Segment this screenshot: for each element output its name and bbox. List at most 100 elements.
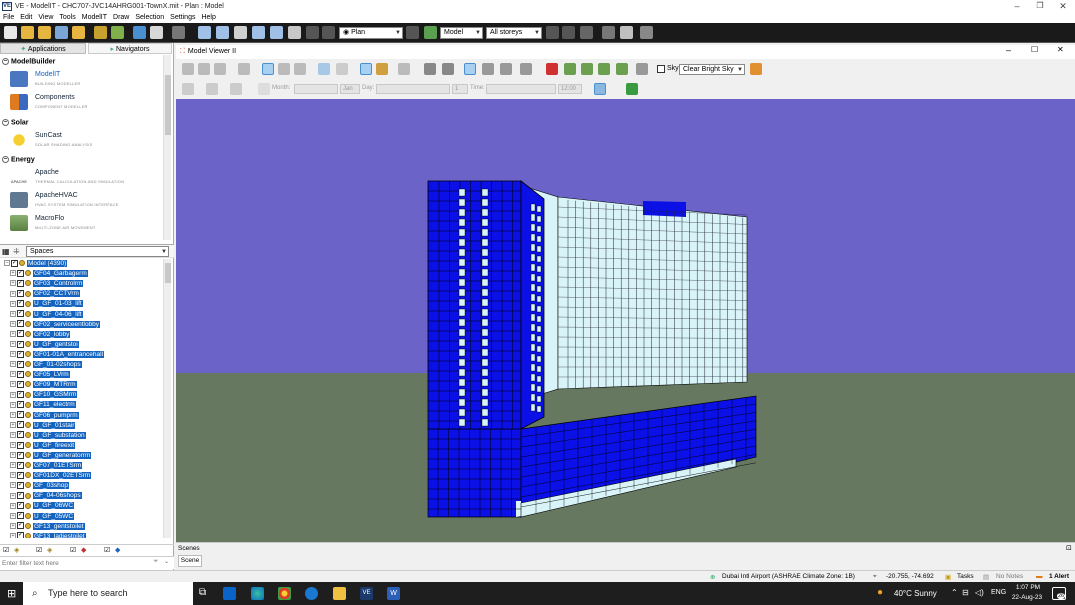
tree-item-space[interactable]: + ✓ U_GF_01stair bbox=[4, 421, 163, 431]
expand-icon[interactable]: + bbox=[10, 411, 16, 418]
alerts-status[interactable]: 1 Alert bbox=[1049, 573, 1069, 580]
viewer-maximize-icon[interactable]: ☐ bbox=[1031, 45, 1038, 54]
tree-item-space[interactable]: + ✓ GF09_MTRrm bbox=[4, 380, 163, 390]
open-folder-icon[interactable] bbox=[21, 26, 34, 39]
word-icon[interactable]: W bbox=[387, 587, 400, 600]
space-checkbox[interactable]: ✓ bbox=[17, 512, 24, 520]
iso-view-icon[interactable] bbox=[262, 63, 274, 75]
expand-icon[interactable]: + bbox=[10, 522, 16, 529]
space-checkbox[interactable]: ✓ bbox=[17, 522, 24, 530]
view-tool-icon[interactable] bbox=[294, 63, 306, 75]
rotate-icon[interactable] bbox=[270, 26, 283, 39]
space-checkbox[interactable]: ✓ bbox=[17, 340, 24, 348]
space-checkbox[interactable]: ✓ bbox=[17, 431, 24, 439]
chrome-icon[interactable] bbox=[278, 587, 291, 600]
camera-view-icon[interactable] bbox=[464, 63, 476, 75]
menu-draw[interactable]: Draw bbox=[113, 14, 129, 21]
tree-item-space[interactable]: + ✓ U_GF_fireexit bbox=[4, 441, 163, 451]
zoom-window-icon[interactable] bbox=[234, 26, 247, 39]
sky-select[interactable]: Clear Bright Sky ▼ bbox=[679, 64, 745, 75]
filter-tree-icon[interactable]: ⁜ bbox=[13, 247, 20, 256]
move-up-icon[interactable] bbox=[546, 26, 559, 39]
paint-icon[interactable] bbox=[750, 63, 762, 75]
expand-icon[interactable]: + bbox=[10, 452, 16, 459]
space-filter-icon[interactable]: ◈ bbox=[14, 546, 19, 554]
tree-item-space[interactable]: + ✓ GF07_01ETSrm bbox=[4, 461, 163, 471]
space-checkbox[interactable]: ✓ bbox=[17, 411, 24, 419]
time-slider[interactable] bbox=[486, 84, 556, 94]
open-recent-icon[interactable] bbox=[38, 26, 51, 39]
tree-item-space[interactable]: + ✓ U_GF_04-06_lift bbox=[4, 310, 163, 320]
database-icon[interactable] bbox=[133, 26, 146, 39]
tree-item-space[interactable]: + ✓ GF01-01A_entrancehall bbox=[4, 350, 163, 360]
view-tool-icon[interactable] bbox=[482, 63, 494, 75]
hand-icon[interactable] bbox=[288, 26, 301, 39]
app-components[interactable]: Components COMPONENT MODELLER bbox=[10, 91, 160, 113]
table-icon[interactable] bbox=[150, 26, 163, 39]
tree-item-space[interactable]: + ✓ GF_03shop bbox=[4, 481, 163, 491]
tree-item-space[interactable]: + ✓ GF11_electrm bbox=[4, 400, 163, 410]
expand-icon[interactable]: + bbox=[10, 442, 16, 449]
view-mode-select[interactable]: ◉ Plan ▼ bbox=[339, 27, 403, 39]
ie-icon[interactable] bbox=[305, 587, 318, 600]
expand-icon[interactable]: + bbox=[10, 381, 16, 388]
redo-icon[interactable] bbox=[322, 26, 335, 39]
menu-edit[interactable]: Edit bbox=[20, 14, 32, 21]
taskbar-search[interactable]: ⌕ Type here to search bbox=[23, 582, 193, 605]
viewer-minimize-icon[interactable]: – bbox=[1006, 45, 1011, 55]
view-tool-icon[interactable] bbox=[398, 63, 410, 75]
category-energy[interactable]: – Energy bbox=[2, 156, 35, 163]
tree-item-space[interactable]: + ✓ U_GF_substation bbox=[4, 431, 163, 441]
undo-icon[interactable] bbox=[306, 26, 319, 39]
view-tool-icon[interactable] bbox=[546, 63, 558, 75]
space-checkbox[interactable]: ✓ bbox=[17, 290, 24, 298]
expand-icon[interactable]: + bbox=[10, 401, 16, 408]
view-tool-icon[interactable] bbox=[442, 63, 454, 75]
expand-icon[interactable]: + bbox=[10, 290, 16, 297]
tab-navigators[interactable]: ▸ Navigators bbox=[88, 43, 172, 54]
expand-icon[interactable]: + bbox=[10, 472, 16, 479]
space-checkbox[interactable]: ✓ bbox=[17, 269, 24, 277]
expand-icon[interactable]: + bbox=[10, 351, 16, 358]
day-slider[interactable] bbox=[376, 84, 450, 94]
pan-icon[interactable] bbox=[252, 26, 265, 39]
view-tool-icon[interactable] bbox=[230, 83, 242, 95]
space-checkbox[interactable]: ✓ bbox=[17, 471, 24, 479]
pin-icon[interactable] bbox=[602, 26, 615, 39]
expand-icon[interactable]: + bbox=[10, 280, 16, 287]
tree-item-space[interactable]: + ✓ U_GF_01-03_lift bbox=[4, 299, 163, 309]
space-checkbox[interactable]: ✓ bbox=[17, 380, 24, 388]
space-checkbox[interactable]: ✓ bbox=[17, 370, 24, 378]
weather-text[interactable]: 40°C Sunny bbox=[894, 589, 937, 598]
component-icon[interactable] bbox=[111, 26, 124, 39]
tree-item-space[interactable]: + ✓ GF13_ladiestoilet bbox=[4, 532, 163, 538]
model-select[interactable]: Model ▼ bbox=[440, 27, 483, 39]
tree-item-space[interactable]: + ✓ GF04_Garbagerm bbox=[4, 269, 163, 279]
space-checkbox[interactable]: ✓ bbox=[17, 421, 24, 429]
expand-icon[interactable]: + bbox=[10, 361, 16, 368]
component-filter-icon[interactable]: ◆ bbox=[81, 546, 86, 554]
view-tool-icon[interactable] bbox=[376, 63, 388, 75]
view-tool-icon[interactable] bbox=[424, 63, 436, 75]
expand-icon[interactable]: + bbox=[10, 462, 16, 469]
expand-icon[interactable]: + bbox=[10, 512, 16, 519]
view-tool-icon[interactable] bbox=[278, 63, 290, 75]
minimize-icon[interactable]: – bbox=[1005, 0, 1029, 12]
expand-icon[interactable]: + bbox=[10, 502, 16, 509]
grid-view-icon[interactable]: ▦ bbox=[2, 247, 10, 256]
tree-item-space[interactable]: + ✓ GF06_pumprm bbox=[4, 411, 163, 421]
space-checkbox[interactable]: ✓ bbox=[17, 532, 24, 538]
expand-icon[interactable]: + bbox=[10, 330, 16, 337]
sky-checkbox[interactable] bbox=[657, 65, 665, 73]
expand-icon[interactable]: + bbox=[10, 431, 16, 438]
menu-help[interactable]: Help bbox=[201, 14, 215, 21]
view-tool-icon[interactable] bbox=[581, 63, 593, 75]
menu-tools[interactable]: Tools bbox=[59, 14, 75, 21]
tree-scrollbar[interactable] bbox=[163, 259, 171, 538]
check-icon[interactable] bbox=[620, 26, 633, 39]
file-explorer-icon[interactable] bbox=[333, 587, 346, 600]
view-tool-icon[interactable] bbox=[636, 63, 648, 75]
view-tool-icon[interactable] bbox=[616, 63, 628, 75]
edge-icon[interactable] bbox=[251, 587, 264, 600]
tree-item-space[interactable]: + ✓ GF13_gentstoilet bbox=[4, 522, 163, 532]
